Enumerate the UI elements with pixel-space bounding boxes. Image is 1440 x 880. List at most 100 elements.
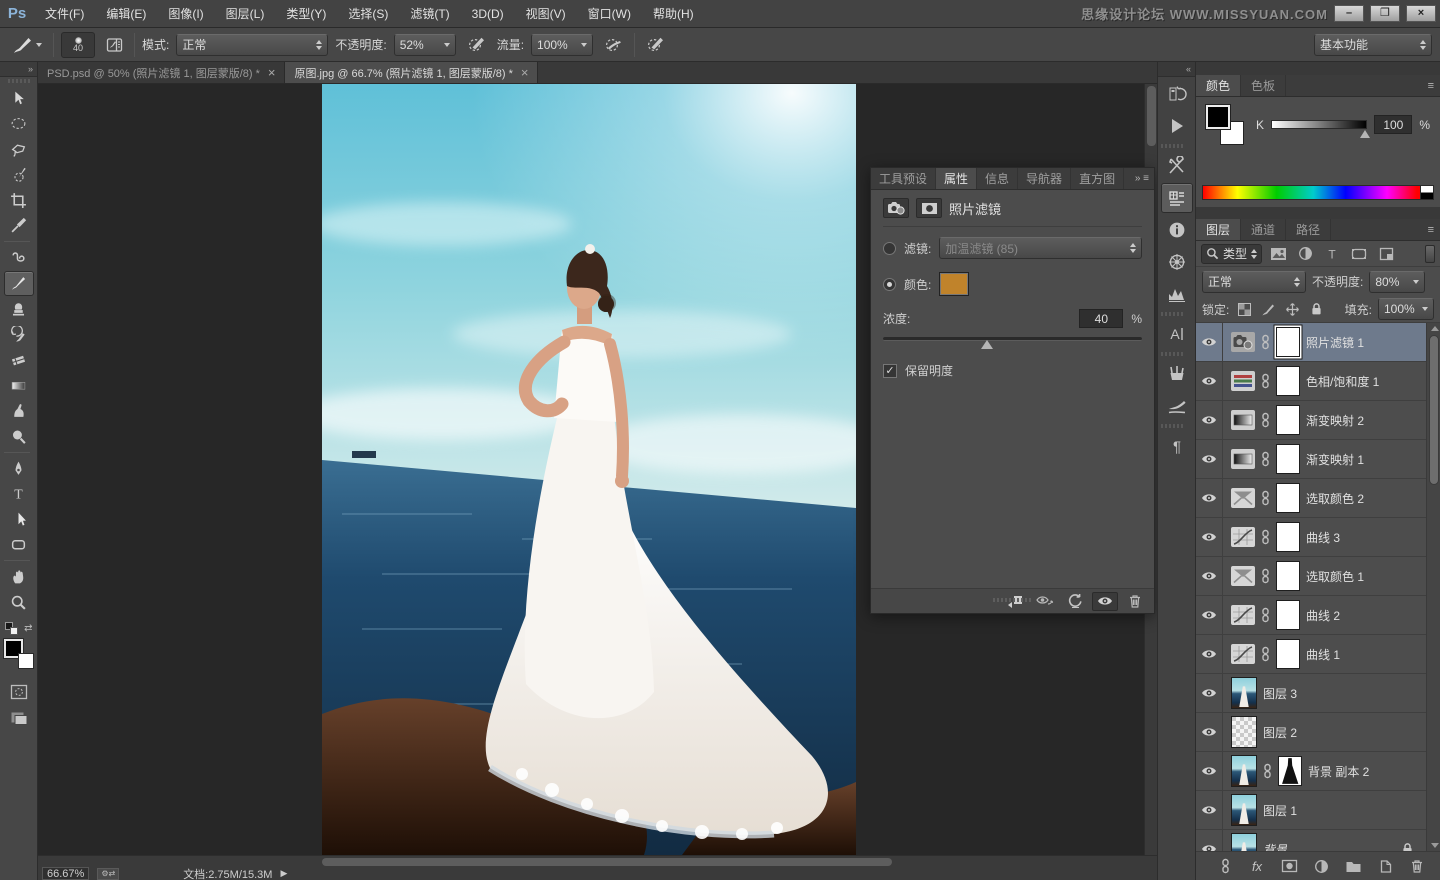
zoom-level-field[interactable]: 66.67%	[42, 867, 90, 880]
menu-item-2[interactable]: 图像(I)	[157, 0, 214, 28]
restore-button[interactable]: ❐	[1370, 5, 1400, 22]
flow-select[interactable]: 100%	[531, 33, 594, 56]
layer-mask-thumbnail[interactable]	[1276, 561, 1300, 591]
menu-item-9[interactable]: 窗口(W)	[577, 0, 642, 28]
layer-mask-button[interactable]	[916, 198, 942, 218]
mask-link-icon[interactable]	[1261, 568, 1270, 584]
filter-pixel-layers-button[interactable]	[1267, 244, 1289, 264]
layers-scrollbar[interactable]	[1426, 323, 1440, 851]
layer-name[interactable]: 选取颜色 2	[1306, 490, 1364, 507]
shape-tool[interactable]	[4, 532, 34, 557]
layer-name[interactable]: 曲线 3	[1306, 529, 1340, 546]
layer-row-7[interactable]: 曲线 2	[1196, 596, 1426, 635]
menu-item-0[interactable]: 文件(F)	[34, 0, 95, 28]
paragraph-panel-button[interactable]: ¶	[1161, 431, 1193, 461]
color-spectrum-ramp[interactable]	[1202, 185, 1434, 200]
color-tab-0[interactable]: 颜色	[1196, 75, 1242, 96]
layer-row-10[interactable]: 图层 2	[1196, 713, 1426, 752]
layer-visibility-toggle[interactable]	[1196, 401, 1223, 439]
panel-menu-icon[interactable]: » ≡	[1135, 168, 1154, 189]
toolbar-drag-handle[interactable]	[7, 79, 30, 83]
layer-name[interactable]: 照片滤镜 1	[1306, 334, 1364, 351]
layer-visibility-toggle[interactable]	[1196, 518, 1223, 556]
layer-mask-thumbnail[interactable]	[1276, 444, 1300, 474]
layer-name[interactable]: 背景	[1263, 841, 1287, 852]
toolbar-collapse-button[interactable]: »	[0, 62, 37, 77]
crop-tool[interactable]	[4, 188, 34, 213]
canvas-horizontal-scrollbar[interactable]	[38, 855, 1157, 867]
preserve-luminosity-checkbox[interactable]: ✓	[883, 363, 897, 378]
eraser-tool[interactable]	[4, 347, 34, 372]
layer-visibility-toggle[interactable]	[1196, 596, 1223, 634]
gradient-map-thumbnail[interactable]	[1231, 410, 1255, 430]
delete-adjustment-button[interactable]	[1122, 592, 1148, 611]
document-tab-1[interactable]: 原图.jpg @ 66.7% (照片滤镜 1, 图层蒙版/8) * ×	[285, 62, 539, 83]
properties-tab-2[interactable]: 信息	[977, 168, 1019, 189]
layer-visibility-toggle[interactable]	[1196, 752, 1223, 790]
properties-tab-0[interactable]: 工具预设	[871, 168, 937, 189]
layer-visibility-toggle[interactable]	[1196, 713, 1223, 751]
panel-menu-icon[interactable]: ≡	[1428, 219, 1440, 240]
menu-item-7[interactable]: 3D(D)	[461, 0, 515, 28]
new-adjustment-layer-button[interactable]	[1310, 856, 1332, 876]
layer-name[interactable]: 色相/饱和度 1	[1306, 373, 1379, 390]
density-slider-thumb[interactable]	[980, 340, 993, 349]
canvas-image[interactable]	[322, 84, 856, 855]
minimize-button[interactable]: –	[1334, 5, 1364, 22]
layer-name[interactable]: 图层 2	[1263, 724, 1297, 741]
info-panel-button[interactable]	[1161, 215, 1193, 245]
layer-opacity-select[interactable]: 80%	[1369, 270, 1426, 293]
hue-sat-thumbnail[interactable]	[1231, 371, 1255, 391]
properties-tab-4[interactable]: 直方图	[1071, 168, 1125, 189]
mask-link-icon[interactable]	[1261, 373, 1270, 389]
hand-tool[interactable]	[4, 564, 34, 589]
layer-row-13[interactable]: 背景	[1196, 830, 1426, 852]
tool-preset-picker[interactable]	[8, 33, 46, 57]
toggle-brush-panel-button[interactable]	[102, 33, 127, 57]
mask-link-icon[interactable]	[1261, 607, 1270, 623]
layer-name[interactable]: 图层 3	[1263, 685, 1297, 702]
document-tab-0[interactable]: PSD.psd @ 50% (照片滤镜 1, 图层蒙版/8) * ×	[38, 62, 286, 83]
menu-item-1[interactable]: 编辑(E)	[95, 0, 157, 28]
layer-row-8[interactable]: 曲线 1	[1196, 635, 1426, 674]
new-group-button[interactable]	[1342, 856, 1364, 876]
color-tab-1[interactable]: 色板	[1241, 75, 1287, 96]
patch-tool[interactable]	[4, 245, 34, 270]
mask-link-icon[interactable]	[1261, 529, 1270, 545]
lock-all-button[interactable]	[1307, 300, 1325, 318]
layer-mask-thumbnail[interactable]	[1276, 483, 1300, 513]
layer-thumbnail[interactable]	[1231, 794, 1257, 826]
dodge-tool[interactable]	[4, 424, 34, 449]
new-layer-button[interactable]	[1374, 856, 1396, 876]
layer-visibility-toggle[interactable]	[1196, 479, 1223, 517]
gradient-tool[interactable]	[4, 373, 34, 398]
mask-link-icon[interactable]	[1261, 334, 1270, 350]
default-colors-button[interactable]	[4, 621, 18, 635]
layer-row-2[interactable]: 渐变映射 2	[1196, 401, 1426, 440]
clone-stamp-tool[interactable]	[4, 296, 34, 321]
layer-visibility-toggle[interactable]	[1196, 362, 1223, 400]
layer-name[interactable]: 选取颜色 1	[1306, 568, 1364, 585]
mask-link-icon[interactable]	[1261, 646, 1270, 662]
toggle-visibility-button[interactable]	[1092, 591, 1118, 611]
layers-tab-2[interactable]: 路径	[1286, 219, 1332, 240]
panel-menu-icon[interactable]: ≡	[1428, 75, 1440, 96]
blend-mode-select[interactable]: 正常	[176, 33, 329, 56]
eyedropper-tool[interactable]	[4, 213, 34, 238]
layer-mask-thumbnail[interactable]	[1276, 405, 1300, 435]
type-tool[interactable]: T	[4, 481, 34, 506]
layers-tab-1[interactable]: 通道	[1241, 219, 1287, 240]
background-color-swatch[interactable]	[17, 653, 34, 669]
reset-button[interactable]	[1062, 592, 1088, 611]
layer-row-6[interactable]: 选取颜色 1	[1196, 557, 1426, 596]
menu-item-4[interactable]: 类型(Y)	[275, 0, 337, 28]
close-button[interactable]: ×	[1406, 5, 1436, 22]
curves-thumbnail[interactable]	[1231, 527, 1255, 547]
layer-row-12[interactable]: 图层 1	[1196, 791, 1426, 830]
selective-color-thumbnail[interactable]	[1231, 488, 1255, 508]
layer-visibility-toggle[interactable]	[1196, 323, 1223, 361]
layer-visibility-toggle[interactable]	[1196, 674, 1223, 712]
link-layers-button[interactable]	[1214, 856, 1236, 876]
quick-mask-button[interactable]	[4, 679, 34, 704]
filter-smart-object-button[interactable]	[1375, 244, 1397, 264]
